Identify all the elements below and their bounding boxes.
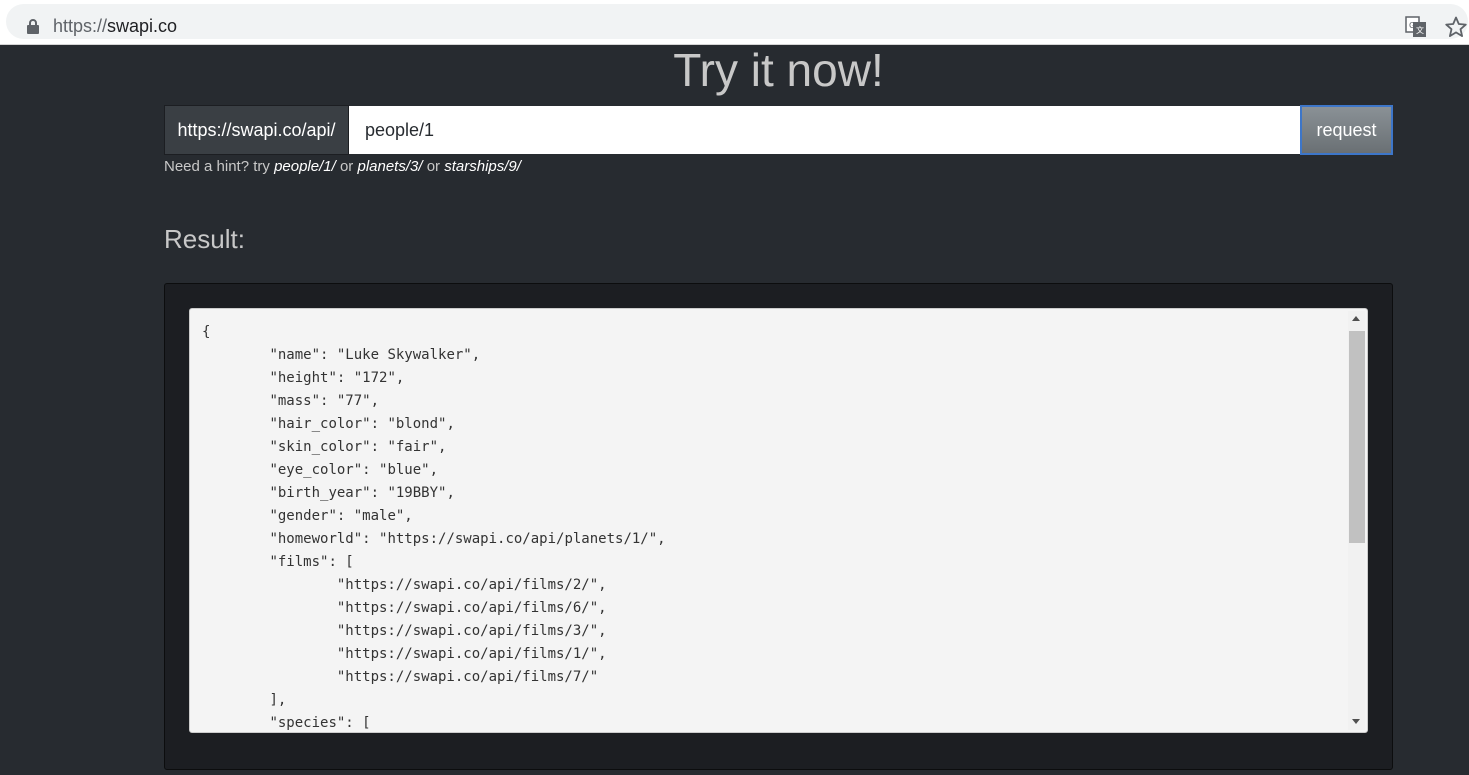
page-title: Try it now! <box>673 44 884 96</box>
result-scrollbar[interactable] <box>1348 311 1365 730</box>
star-icon[interactable] <box>1444 15 1468 39</box>
hint-or: or <box>422 158 445 175</box>
result-heading: Result: <box>164 224 245 254</box>
svg-text:G: G <box>1409 21 1415 30</box>
scroll-up-arrow-icon[interactable] <box>1352 316 1360 321</box>
hint-link-planets[interactable]: planets/3/ <box>357 158 422 175</box>
translate-icon[interactable]: G 文 <box>1405 16 1427 38</box>
hint-link-starships[interactable]: starships/9/ <box>444 158 521 175</box>
url-host: swapi.co <box>107 16 178 36</box>
browser-toolbar: https://swapi.co G 文 <box>0 0 1469 45</box>
api-path-input[interactable] <box>349 106 1300 154</box>
url-text[interactable]: https://swapi.co <box>53 16 177 37</box>
scroll-thumb[interactable] <box>1349 331 1365 543</box>
address-bar[interactable]: https://swapi.co G 文 <box>6 4 1468 39</box>
hint-link-people[interactable]: people/1/ <box>274 158 336 175</box>
hint-or: or <box>335 158 358 175</box>
result-json: { "name": "Luke Skywalker", "height": "1… <box>202 324 666 731</box>
svg-text:文: 文 <box>1416 25 1424 35</box>
request-input-group: https://swapi.co/api/ request <box>164 105 1393 155</box>
url-scheme: https:// <box>53 16 108 36</box>
result-output[interactable]: { "name": "Luke Skywalker", "height": "1… <box>189 308 1368 733</box>
hint-text: Need a hint? try people/1/ or planets/3/… <box>164 158 521 175</box>
api-prefix-label: https://swapi.co/api/ <box>164 105 349 155</box>
lock-icon[interactable] <box>26 18 40 34</box>
scroll-down-arrow-icon[interactable] <box>1352 719 1360 724</box>
hint-prefix: Need a hint? try <box>164 158 275 175</box>
request-button[interactable]: request <box>1300 105 1393 155</box>
